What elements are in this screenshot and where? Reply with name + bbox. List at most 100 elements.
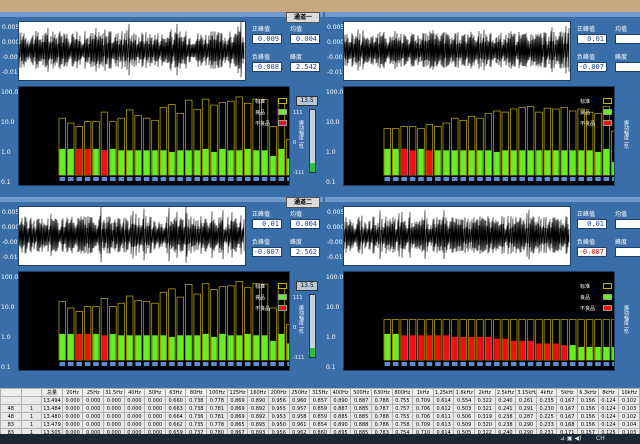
legend-good-label: 良品	[580, 110, 591, 116]
waveform-y-tick: 0.000	[327, 39, 345, 46]
x-tick-marker	[553, 362, 559, 366]
x-tick-marker	[435, 362, 441, 366]
waveform-svg	[343, 209, 570, 260]
table-cell: 48	[0, 412, 22, 421]
x-tick-marker	[228, 177, 234, 181]
meter-scale-tick: -111	[293, 170, 305, 176]
table-cell: 0.786	[370, 420, 393, 429]
band-level-bar	[468, 336, 475, 360]
table-cell: 0.892	[247, 412, 269, 421]
column-header: 2kHz	[474, 388, 496, 397]
band-level-bar	[202, 333, 209, 360]
table-row[interactable]: 48 1 13.480 0.000 0.000 0.000 0.000 0.000 0.664 0…	[0, 412, 640, 421]
mean-value: 0.004	[290, 34, 320, 44]
table-cell: 13.479	[41, 420, 63, 429]
legend-bad-swatch	[603, 305, 612, 311]
table-cell: 0.506	[453, 412, 476, 421]
column-header: 315Hz	[309, 388, 331, 397]
band-level-bar	[612, 347, 618, 360]
x-tick-marker	[126, 177, 133, 181]
level-meter-fill	[310, 347, 315, 357]
table-row[interactable]: 83 1 13.479 0.000 0.000 0.000 0.000 0.000 0.662 0…	[0, 420, 640, 429]
band-level-bar	[578, 150, 584, 175]
x-tick-marker	[211, 362, 217, 366]
table-body: 13.494 0.000 0.000 0.000 0.000 0.000 0.660 0.73…	[0, 396, 640, 434]
band-level-bar	[553, 343, 559, 360]
table-cell: 0.000	[61, 396, 84, 405]
x-tick-marker	[612, 362, 618, 366]
spectrum-y-tick: 10.0	[1, 304, 15, 311]
ime-indicator[interactable]: CH	[596, 435, 605, 442]
channel-panel: 0.005 0.000 -0.005 -0.010 正峰值 0.01 均值 负峰值 -0.007…	[325, 197, 640, 379]
band-level-bar	[219, 333, 226, 360]
band-level-bar	[485, 150, 492, 175]
table-cell: 0.000	[61, 404, 84, 413]
band-level-bar	[595, 151, 601, 175]
channel-title[interactable]: 通道一	[286, 12, 320, 23]
band-level-bar	[451, 150, 458, 175]
band-level-bar	[401, 148, 407, 175]
column-header: 3.15kHz	[515, 388, 537, 397]
mean-label: 均值	[615, 211, 628, 218]
spectrum-y-tick: 10.0	[1, 119, 15, 126]
level-meter	[309, 294, 316, 358]
x-tick-marker	[126, 362, 133, 366]
meter-scale-tick: 0	[293, 140, 297, 146]
table-row[interactable]: 48 1 13.484 0.000 0.000 0.000 0.000 0.000 0.663 0…	[0, 404, 640, 413]
channel-title[interactable]: 通道二	[286, 197, 320, 208]
table-cell: 0.225	[535, 412, 558, 421]
table-cell: 0.895	[247, 420, 269, 429]
band-level-bar	[527, 340, 534, 360]
legend-bad-swatch	[278, 120, 287, 126]
waveform-plot	[18, 206, 246, 266]
band-level-bar	[578, 347, 584, 360]
level-readout[interactable]: 13.5	[296, 96, 318, 106]
x-tick-marker	[278, 362, 285, 366]
x-tick-marker	[401, 362, 407, 366]
network-status-icons[interactable]: ⊿ ▣ ◀)	[560, 435, 581, 442]
table-cell: 0.890	[329, 420, 352, 429]
table-cell: 0.168	[556, 420, 579, 429]
x-tick-marker	[384, 177, 391, 181]
waveform-trace	[343, 25, 570, 74]
table-cell: 0.869	[226, 404, 249, 413]
table-cell: 0.613	[432, 420, 455, 429]
table-cell: 0.788	[370, 412, 393, 421]
x-tick-marker	[519, 177, 525, 181]
table-row[interactable]: 13.494 0.000 0.000 0.000 0.000 0.000 0.660 0.73…	[0, 396, 640, 405]
x-tick-marker	[502, 362, 509, 366]
x-tick-marker	[435, 177, 441, 181]
legend-bad-label: 不良品	[255, 306, 271, 312]
kurtosis-value: 2.542	[290, 62, 320, 72]
x-tick-marker	[236, 362, 243, 366]
mean-value: 0.004	[290, 219, 320, 229]
table-cell: 0.956	[267, 396, 290, 405]
legend-standard-swatch	[278, 98, 287, 104]
x-tick-marker	[460, 362, 466, 366]
peak-neg-value: -0.008	[252, 62, 282, 72]
analyzer-window: 0.005 0.000 -0.005 -0.010 正峰值 0.009 均值 0.004 负峰值…	[0, 12, 640, 388]
band-level-bar	[569, 150, 576, 175]
peak-neg-value: -0.007	[252, 247, 282, 257]
vibration-axis-label: 振动幅度 (g)	[623, 120, 629, 149]
x-tick-marker	[392, 177, 399, 181]
x-tick-marker	[418, 362, 424, 366]
peak-pos-value: 0.01	[577, 219, 607, 229]
x-tick-marker	[603, 362, 610, 366]
band-level-bar	[451, 336, 458, 360]
results-table: 总量 20Hz 25Hz 31.5Hz 40Hz 50Hz 63Hz 80Hz 100Hz 125…	[0, 388, 640, 434]
waveform-y-tick: 0.005	[327, 209, 345, 216]
band-level-bar	[59, 148, 66, 175]
band-level-bar	[135, 335, 141, 360]
spectrum-chart	[18, 271, 294, 371]
table-cell: 0.781	[206, 412, 228, 421]
x-tick-marker	[586, 177, 593, 181]
table-cell: 0.885	[350, 412, 372, 421]
band-level-bar	[194, 335, 200, 360]
x-tick-marker	[561, 177, 568, 181]
level-readout[interactable]: 13.5	[296, 281, 318, 291]
legend-standard-label: 标准	[255, 99, 266, 105]
table-cell: 0.859	[309, 404, 331, 413]
table-cell: 0.706	[412, 412, 434, 421]
band-level-bar	[67, 333, 74, 360]
